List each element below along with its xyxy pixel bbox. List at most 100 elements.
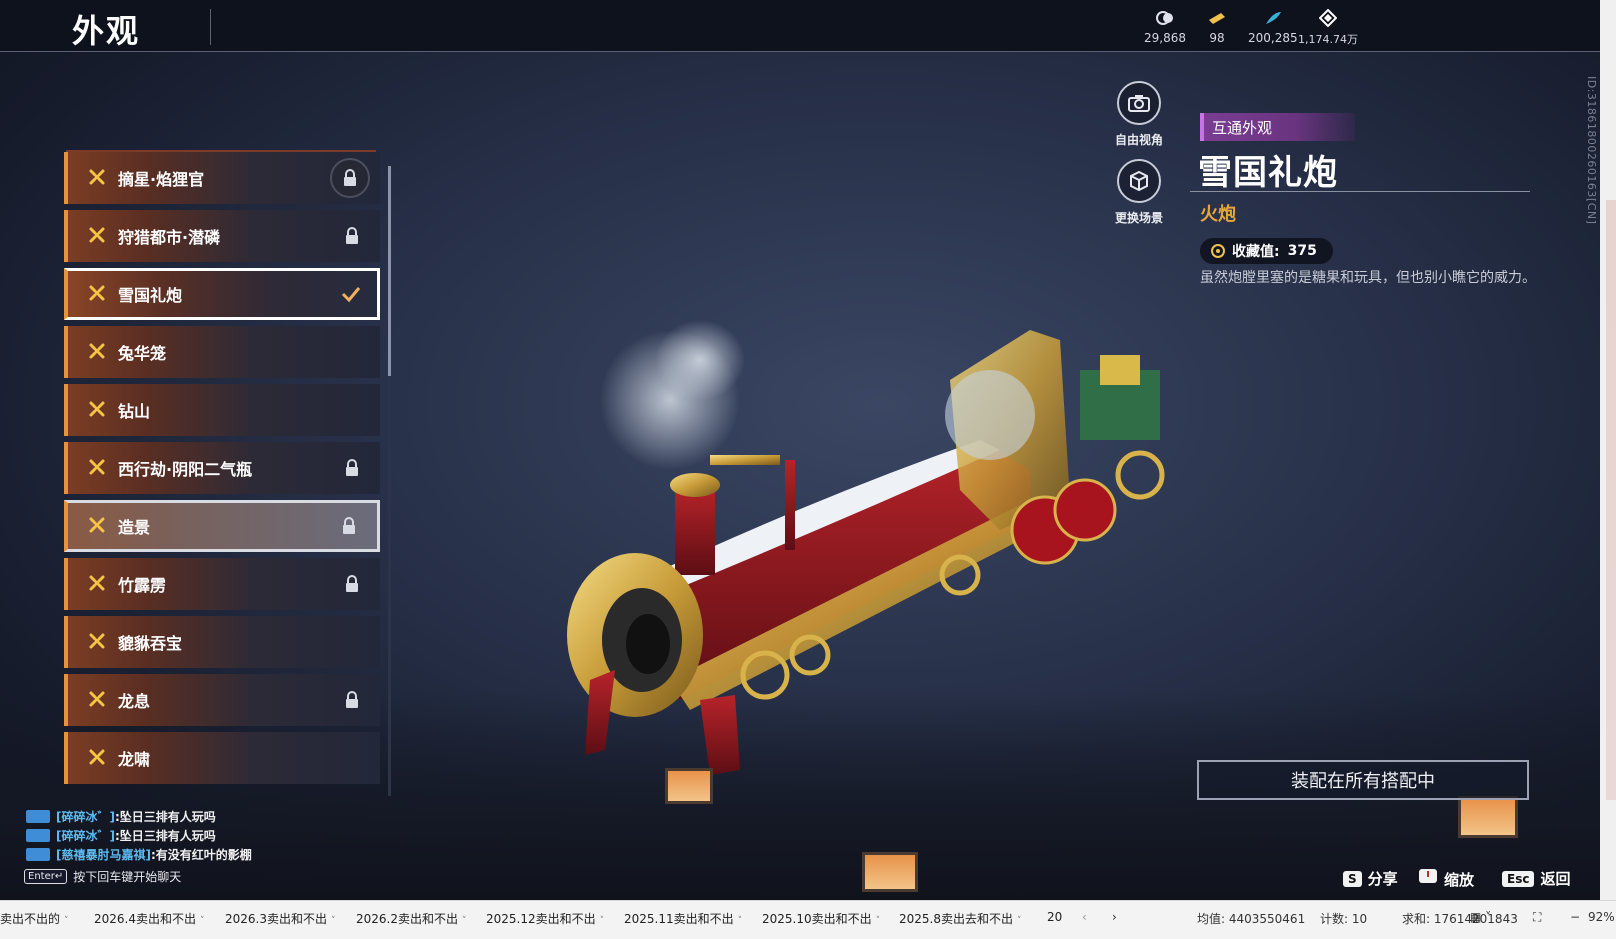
skin-list-item[interactable]: 兔华笼 xyxy=(64,326,380,378)
lock-icon xyxy=(344,227,362,245)
sheet-tab[interactable]: 2025.10卖出和不出 ˅ xyxy=(762,910,880,927)
list-scrollbar[interactable] xyxy=(388,166,391,796)
window-edge xyxy=(1600,0,1616,900)
chat-hint[interactable]: Enter↵ 按下回车键开始聊天 xyxy=(24,868,181,885)
lock-icon xyxy=(330,158,370,198)
sheet-tab[interactable]: 2025.8卖出去和不出 ˅ xyxy=(899,910,1022,927)
chat-hint-text: 按下回车键开始聊天 xyxy=(73,870,182,884)
chevron-down-icon: ˅ xyxy=(462,916,467,926)
esc-key: Esc xyxy=(1502,870,1535,887)
chat-message: :坠日三排有人玩吗 xyxy=(114,810,216,824)
sheet-tab-label: 2025.10卖出和不出 xyxy=(762,912,872,926)
sheet-tab[interactable]: 2026.2卖出和不出 ˅ xyxy=(356,910,467,927)
skin-list-item[interactable]: 摘星·焰狸官 xyxy=(64,152,380,204)
skin-list-item[interactable]: 龙息 xyxy=(64,674,380,726)
change-scene-button[interactable]: 更换场景 xyxy=(1115,159,1163,226)
skin-list-item[interactable]: 竹霹雳 xyxy=(64,558,380,610)
chat-channel-icon xyxy=(26,848,50,861)
camera-icon xyxy=(1117,81,1161,125)
fullscreen-icon[interactable]: ⛶ xyxy=(1533,910,1541,925)
lock-icon xyxy=(344,459,362,477)
chevron-down-icon: ˅ xyxy=(875,916,881,926)
chat-channel-icon xyxy=(26,810,50,823)
chevron-down-icon: ˅ xyxy=(200,916,205,926)
skin-name: 摘星·焰狸官 xyxy=(118,170,205,189)
share-shortcut[interactable]: S 分享 xyxy=(1343,868,1398,889)
chat-user[interactable]: [碎碎冰゛] xyxy=(56,808,115,825)
currency-value: 200,285 xyxy=(1248,31,1298,45)
top-bar: 外观 29,868 98 200,285 1,174.74万 xyxy=(0,0,1600,52)
skin-list-item[interactable]: 貔貅吞宝 xyxy=(64,616,380,668)
collect-icon xyxy=(1210,243,1226,259)
enter-key: Enter↵ xyxy=(24,869,68,884)
skin-mark-icon xyxy=(88,342,108,362)
chevron-down-icon: ˅ xyxy=(64,916,69,926)
chat-message: :有没有红叶的影棚 xyxy=(150,848,252,862)
collect-value: 375 xyxy=(1287,243,1317,259)
sheet-tab-label: 2026.3卖出和不出 xyxy=(225,912,327,926)
status-count: 计数: 10 xyxy=(1320,912,1368,926)
sheet-tab-label: 卖出不出的 xyxy=(0,912,61,926)
zoom-level: 92% xyxy=(1588,910,1615,924)
grid-view-icon[interactable]: ▦ ˅ xyxy=(1470,910,1491,924)
back-label: 返回 xyxy=(1540,870,1571,888)
sheet-tab-label: 2026.4卖出和不出 xyxy=(94,912,196,926)
skin-list-item[interactable]: 狩猎都市·潜磷 xyxy=(64,210,380,262)
change-scene-label: 更换场景 xyxy=(1115,211,1164,225)
share-key: S xyxy=(1343,870,1362,887)
cube-icon xyxy=(1117,159,1161,203)
chat-line: [碎碎冰゛]:坠日三排有人玩吗 xyxy=(26,807,252,826)
skin-name: 狩猎都市·潜磷 xyxy=(118,228,221,247)
chevron-down-icon: ˅ xyxy=(331,916,336,926)
currency-coin: 29,868 xyxy=(1144,8,1186,45)
sheet-tab-label: 2026.2卖出和不出 xyxy=(356,912,458,926)
spreadsheet-status-bar: 均值: 4403550461 计数: 10 求和: 17614201843 ‹ … xyxy=(0,900,1616,939)
lock-icon xyxy=(344,691,362,709)
lock-icon xyxy=(341,517,359,535)
skin-list-item[interactable]: 钻山 xyxy=(64,384,380,436)
sheet-tab[interactable]: 2025.12卖出和不出 ˅ xyxy=(486,910,604,927)
sheet-tab[interactable]: 2026.3卖出和不出 ˅ xyxy=(225,910,336,927)
chevron-down-icon: ˅ xyxy=(737,916,743,926)
tab-prev-icon[interactable]: ‹ xyxy=(1082,910,1087,924)
currency-feather: 200,285 xyxy=(1248,8,1298,45)
skin-list: 摘星·焰狸官 狩猎都市·潜磷雪国礼炮兔华笼钻山西行劫·阴阳二气瓶 造景竹霹雳貔貅吞宝… xyxy=(64,152,384,794)
lock-icon xyxy=(344,575,362,593)
skin-name: 龙啸 xyxy=(118,750,151,769)
back-shortcut[interactable]: Esc 返回 xyxy=(1502,868,1570,889)
check-icon xyxy=(341,285,361,303)
page-title: 外观 xyxy=(72,12,141,50)
zoom-shortcut[interactable]: 缩放 xyxy=(1418,868,1474,890)
skin-mark-icon xyxy=(88,226,108,246)
skin-name: 钻山 xyxy=(118,402,151,421)
skin-list-item[interactable]: 雪国礼炮 xyxy=(64,268,380,320)
sheet-tab[interactable]: 2025.11卖出和不出 ˅ xyxy=(624,910,742,927)
scrollbar-thumb[interactable] xyxy=(388,166,391,376)
status-sum: 求和: 17614201843 xyxy=(1402,912,1518,926)
zoom-out-icon[interactable]: − xyxy=(1570,910,1580,924)
skin-mark-icon xyxy=(88,400,108,420)
sheet-tab[interactable]: 2026.4卖出和不出 ˅ xyxy=(94,910,205,927)
chat-user[interactable]: [慈禧暴肘马嘉祺] xyxy=(56,846,151,863)
sheet-tab[interactable]: 卖出不出的 ˅ xyxy=(0,910,69,927)
sheet-tab[interactable]: 20 xyxy=(1047,910,1062,924)
chat-line: [慈禧暴肘马嘉祺]:有没有红叶的影棚 xyxy=(26,845,252,864)
equip-all-button[interactable]: 装配在所有搭配中 xyxy=(1197,760,1529,800)
chevron-down-icon: ˅ xyxy=(1017,916,1022,926)
currency-ticket: 98 xyxy=(1207,8,1227,45)
skin-mark-icon xyxy=(88,748,108,768)
skin-name: 龙息 xyxy=(118,692,151,711)
title-divider xyxy=(210,9,211,45)
skin-list-item[interactable]: 龙啸 xyxy=(64,732,380,784)
skin-mark-icon xyxy=(88,632,108,652)
skin-list-item[interactable]: 造景 xyxy=(64,500,380,552)
chat-user[interactable]: [碎碎冰゛] xyxy=(56,827,115,844)
sheet-tab-label: 2025.12卖出和不出 xyxy=(486,912,596,926)
free-view-button[interactable]: 自由视角 xyxy=(1115,81,1163,148)
skin-name: 貔貅吞宝 xyxy=(118,634,183,653)
skin-list-item[interactable]: 西行劫·阴阳二气瓶 xyxy=(64,442,380,494)
chat-log: [碎碎冰゛]:坠日三排有人玩吗 [碎碎冰゛]:坠日三排有人玩吗 [慈禧暴肘马嘉祺]:… xyxy=(26,807,252,864)
tab-next-icon[interactable]: › xyxy=(1112,910,1117,924)
feather-icon xyxy=(1263,8,1283,28)
currency-value: 98 xyxy=(1209,31,1225,45)
